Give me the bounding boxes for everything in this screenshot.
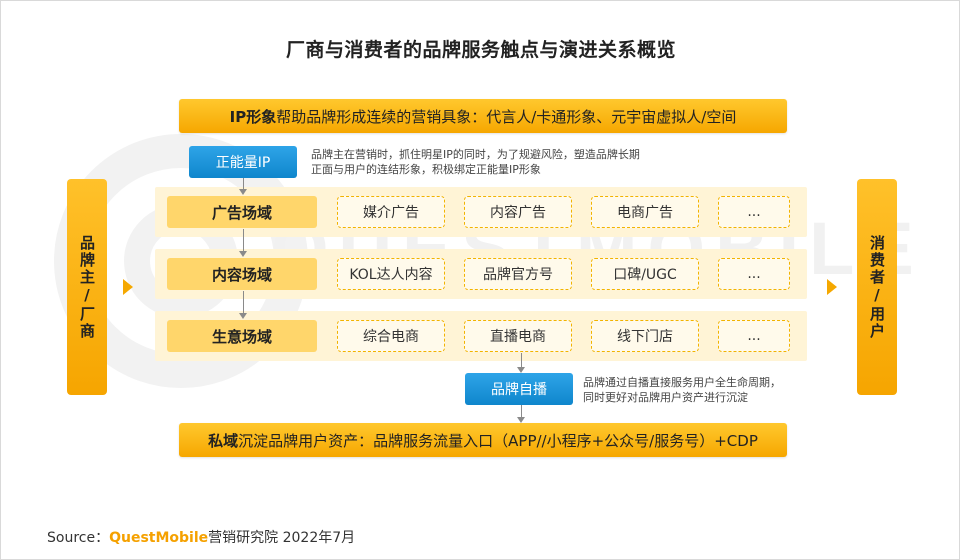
content-field-item: ... xyxy=(718,258,790,290)
brand-live-badge: 品牌自播 xyxy=(465,373,573,405)
content-field-item: KOL达人内容 xyxy=(337,258,445,290)
ip-image-bar-text: 帮助品牌形成连续的营销具象：代言人/卡通形象、元宇宙虚拟人/空间 xyxy=(276,107,737,126)
positive-ip-note-line2: 正面与用户的连结形象，积极绑定正能量IP形象 xyxy=(311,163,541,176)
ad-field-item: ... xyxy=(718,196,790,228)
consumer-side-label: 消费者/用户 xyxy=(868,234,886,340)
consumer-side-bar: 消费者/用户 xyxy=(857,179,897,395)
private-domain-bar-text: 沉淀品牌用户资产：品牌服务流量入口（APP//小程序+公众号/服务号）+CDP xyxy=(238,431,758,450)
connector-line xyxy=(521,353,522,367)
brand-live-note: 品牌通过自播直接服务用户全生命周期， 同时更好对品牌用户资产进行沉淀 xyxy=(583,375,781,405)
source-brand: QuestMobile xyxy=(109,530,209,546)
private-domain-bar-bold: 私域 xyxy=(208,431,239,450)
brand-side-label: 品牌主/厂商 xyxy=(78,234,96,340)
page-title: 厂商与消费者的品牌服务触点与演进关系概览 xyxy=(285,39,676,61)
private-domain-bar: 私域 沉淀品牌用户资产：品牌服务流量入口（APP//小程序+公众号/服务号）+CD… xyxy=(179,423,787,457)
ad-field-item: 内容广告 xyxy=(464,196,572,228)
business-field-label: 生意场域 xyxy=(167,320,317,352)
brand-side-bar: 品牌主/厂商 xyxy=(67,179,107,395)
content-field-label: 内容场域 xyxy=(167,258,317,290)
connector-line xyxy=(243,291,244,313)
positive-ip-note: 品牌主在营销时，抓住明星IP的同时，为了规避风险，塑造品牌长期 正面与用户的连结… xyxy=(311,147,640,177)
source-prefix: Source： xyxy=(47,530,110,546)
ip-image-bar: IP形象 帮助品牌形成连续的营销具象：代言人/卡通形象、元宇宙虚拟人/空间 xyxy=(179,99,787,133)
source-line: Source：QuestMobile营销研究院 2022年7月 xyxy=(47,527,355,547)
business-field-item: 综合电商 xyxy=(337,320,445,352)
ad-field-label: 广告场域 xyxy=(167,196,317,228)
ad-field-item: 媒介广告 xyxy=(337,196,445,228)
business-field-item: ... xyxy=(718,320,790,352)
left-arrow-icon xyxy=(123,279,133,295)
connector-line xyxy=(521,405,522,417)
brand-live-note-line2: 同时更好对品牌用户资产进行沉淀 xyxy=(583,391,748,404)
connector-arrow-icon xyxy=(239,313,247,319)
positive-ip-note-line1: 品牌主在营销时，抓住明星IP的同时，为了规避风险，塑造品牌长期 xyxy=(311,148,640,161)
positive-ip-badge: 正能量IP xyxy=(189,146,297,178)
connector-arrow-icon xyxy=(239,251,247,257)
connector-line xyxy=(243,178,244,189)
connector-line xyxy=(243,229,244,251)
brand-live-note-line1: 品牌通过自播直接服务用户全生命周期， xyxy=(583,376,781,389)
ad-field-item: 电商广告 xyxy=(591,196,699,228)
content-field-item: 口碑/UGC xyxy=(591,258,699,290)
connector-arrow-icon xyxy=(239,189,247,195)
diagram-frame: QUESTMOBILE 厂商与消费者的品牌服务触点与演进关系概览 品牌主/厂商 … xyxy=(0,0,960,560)
ip-image-bar-bold: IP形象 xyxy=(229,107,277,126)
right-arrow-icon xyxy=(827,279,837,295)
business-field-item: 直播电商 xyxy=(464,320,572,352)
content-field-item: 品牌官方号 xyxy=(464,258,572,290)
business-field-item: 线下门店 xyxy=(591,320,699,352)
source-suffix: 营销研究院 2022年7月 xyxy=(208,530,356,546)
